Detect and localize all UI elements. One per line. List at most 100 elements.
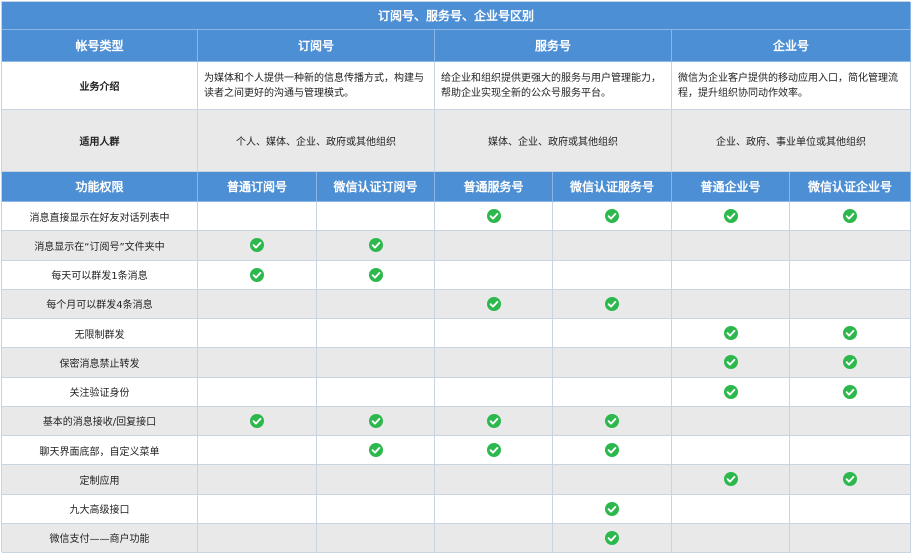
feature-cell [553, 377, 672, 407]
check-circle-icon [486, 413, 501, 428]
check-circle-icon [605, 209, 619, 224]
check-circle-icon [368, 238, 383, 253]
feature-cell [435, 436, 553, 466]
intro-label: 业务介绍 [2, 62, 198, 110]
check-circle-icon [843, 472, 857, 487]
audience-subscription: 个人、媒体、企业、政府或其他组织 [198, 110, 435, 172]
feature-cell [317, 319, 435, 349]
feature-cell [553, 406, 672, 436]
feature-cell [317, 377, 435, 407]
feature-name: 微信支付——商户功能 [2, 523, 198, 553]
check-circle-icon [723, 472, 738, 487]
feature-cell [790, 319, 911, 349]
check-circle-icon [843, 209, 857, 224]
feature-cell [435, 348, 553, 378]
feature-name: 消息直接显示在好友对话列表中 [2, 202, 198, 232]
feature-cell [672, 319, 790, 349]
col-header-basic-enterprise: 普通企业号 [672, 172, 790, 202]
audience-service: 媒体、企业、政府或其他组织 [435, 110, 672, 172]
feature-cell [790, 377, 911, 407]
feature-cell [435, 319, 553, 349]
account-type-header: 帐号类型 [2, 30, 198, 62]
feature-name: 定制应用 [2, 465, 198, 495]
feature-cell [317, 202, 435, 232]
feature-cell [672, 260, 790, 290]
check-circle-icon [486, 296, 501, 311]
check-circle-icon [368, 443, 383, 458]
feature-cell [198, 202, 317, 232]
feature-cell [790, 231, 911, 261]
feature-cell [790, 202, 911, 232]
feature-cell [435, 289, 553, 319]
feature-name: 九大高级接口 [2, 494, 198, 524]
check-circle-icon [723, 326, 738, 341]
feature-name: 每个月可以群发4条消息 [2, 289, 198, 319]
feature-cell [553, 465, 672, 495]
check-circle-icon [843, 355, 857, 370]
feature-cell [317, 523, 435, 553]
audience-label: 适用人群 [2, 110, 198, 172]
feature-cell [672, 348, 790, 378]
feature-cell [198, 523, 317, 553]
audience-enterprise: 企业、政府、事业单位或其他组织 [672, 110, 911, 172]
feature-cell [317, 348, 435, 378]
feature-cell [790, 494, 911, 524]
check-circle-icon [605, 443, 619, 458]
check-circle-icon [368, 267, 383, 282]
feature-cell [198, 348, 317, 378]
feature-cell [790, 289, 911, 319]
feature-cell [435, 377, 553, 407]
col-header-basic-service: 普通服务号 [435, 172, 553, 202]
check-circle-icon [605, 501, 619, 516]
check-circle-icon [250, 413, 264, 428]
feature-cell [553, 289, 672, 319]
feature-cell [672, 406, 790, 436]
feature-cell [553, 231, 672, 261]
intro-enterprise: 微信为企业客户提供的移动应用入口，简化管理流程，提升组织协同动作效率。 [672, 62, 911, 110]
feature-cell [435, 465, 553, 495]
feature-cell [435, 260, 553, 290]
feature-cell [790, 260, 911, 290]
feature-cell [672, 465, 790, 495]
feature-cell [553, 348, 672, 378]
feature-cell [317, 289, 435, 319]
feature-name: 基本的消息接收/回复接口 [2, 406, 198, 436]
check-circle-icon [486, 209, 501, 224]
feature-cell [553, 319, 672, 349]
feature-cell [198, 260, 317, 290]
feature-cell [435, 406, 553, 436]
feature-cell [435, 202, 553, 232]
feature-name: 每天可以群发1条消息 [2, 260, 198, 290]
feature-cell [672, 289, 790, 319]
feature-cell [198, 436, 317, 466]
type-header-subscription: 订阅号 [198, 30, 435, 62]
check-circle-icon [368, 413, 383, 428]
feature-cell [435, 494, 553, 524]
feature-cell [672, 436, 790, 466]
check-circle-icon [723, 209, 738, 224]
check-circle-icon [843, 326, 857, 341]
feature-cell [790, 465, 911, 495]
feature-name: 保密消息禁止转发 [2, 348, 198, 378]
intro-subscription: 为媒体和个人提供一种新的信息传播方式，构建与读者之间更好的沟通与管理模式。 [198, 62, 435, 110]
intro-service: 给企业和组织提供更强大的服务与用户管理能力，帮助企业实现全新的公众号服务平台。 [435, 62, 672, 110]
feature-cell [317, 465, 435, 495]
features-header-label: 功能权限 [2, 172, 198, 202]
feature-name: 无限制群发 [2, 319, 198, 349]
col-header-basic-subscription: 普通订阅号 [198, 172, 317, 202]
check-circle-icon [723, 355, 738, 370]
feature-cell [672, 494, 790, 524]
feature-cell [317, 436, 435, 466]
check-circle-icon [605, 413, 619, 428]
col-header-verified-enterprise: 微信认证企业号 [790, 172, 911, 202]
feature-cell [198, 494, 317, 524]
feature-cell [198, 231, 317, 261]
col-header-verified-service: 微信认证服务号 [553, 172, 672, 202]
feature-cell [198, 377, 317, 407]
feature-cell [198, 465, 317, 495]
col-header-verified-subscription: 微信认证订阅号 [317, 172, 435, 202]
feature-cell [198, 406, 317, 436]
feature-cell [672, 202, 790, 232]
check-circle-icon [843, 384, 857, 399]
feature-name: 关注验证身份 [2, 377, 198, 407]
